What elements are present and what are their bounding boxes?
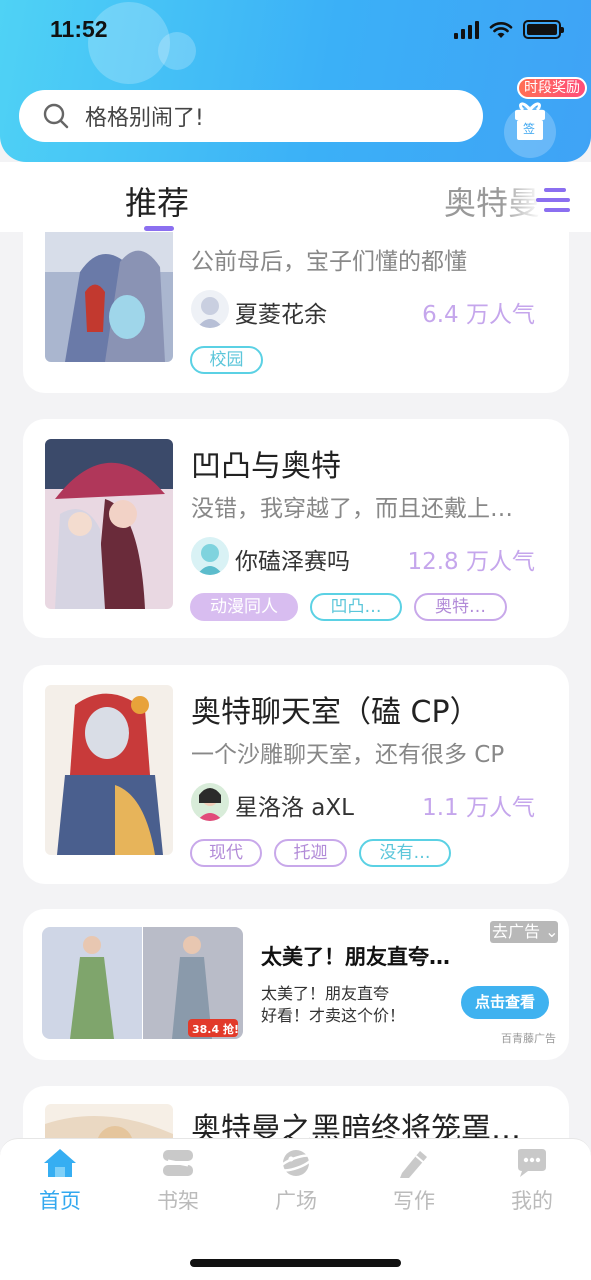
- nav-label: 书架: [157, 1189, 199, 1213]
- cover-image: [45, 439, 173, 609]
- remove-ad-button[interactable]: 去广告 ⌄: [490, 921, 559, 943]
- book-tag[interactable]: 凹凸…: [310, 593, 402, 621]
- nav-label: 广场: [275, 1189, 317, 1213]
- ad-price-tag: 38.4 抢!: [192, 1023, 239, 1036]
- bookshelf-icon: [163, 1150, 193, 1176]
- book-tag[interactable]: 校园: [190, 346, 263, 374]
- status-time: 11:52: [50, 16, 108, 42]
- status-icons: [454, 20, 564, 39]
- nav-label: 首页: [39, 1189, 81, 1213]
- pen-icon: [400, 1151, 427, 1178]
- book-tag[interactable]: 动漫同人: [190, 593, 298, 621]
- nav-plaza[interactable]: 广场: [251, 1147, 341, 1215]
- ad-card[interactable]: 38.4 抢! 太美了！朋友直夸… 太美了！朋友直夸 好看！才卖这个价！ 去广告…: [23, 909, 569, 1060]
- chat-bubble-icon: [518, 1149, 546, 1177]
- ad-source-label: 百青藤广告: [501, 1032, 556, 1045]
- book-tag[interactable]: 现代: [190, 839, 262, 867]
- ad-image: 38.4 抢!: [42, 927, 243, 1039]
- wifi-icon: [489, 21, 513, 38]
- author-name: 夏菱花余: [235, 302, 327, 328]
- author-avatar: [191, 783, 229, 821]
- home-icon: [44, 1149, 76, 1177]
- nav-label: 写作: [393, 1189, 435, 1213]
- author-name: 你磕泽赛吗: [235, 549, 350, 575]
- author-name: 星洛洛 aXL: [235, 795, 354, 821]
- ad-view-button[interactable]: 点击查看: [461, 986, 549, 1019]
- popularity-count: 6.4 万人气: [422, 302, 535, 328]
- ad-desc-line: 好看！才卖这个价！: [261, 1006, 406, 1025]
- category-tabs: 推荐 奥特曼: [0, 162, 591, 232]
- nav-bookshelf[interactable]: 书架: [133, 1147, 223, 1215]
- battery-icon: [523, 20, 564, 39]
- popularity-count: 1.1 万人气: [422, 795, 535, 821]
- nav-write[interactable]: 写作: [369, 1147, 459, 1215]
- signal-icon: [454, 20, 479, 39]
- nav-mine[interactable]: 我的: [487, 1147, 577, 1215]
- cover-image: [45, 685, 173, 855]
- book-desc: 没错，我穿越了，而且还戴上…: [191, 496, 513, 522]
- author-avatar: [191, 290, 229, 328]
- book-cover: [45, 685, 173, 855]
- decor-bubble: [158, 32, 196, 70]
- book-tag[interactable]: 托迦: [274, 839, 347, 867]
- book-cover: [45, 232, 173, 362]
- gift-badge: 时段奖励: [517, 77, 587, 99]
- ad-desc-line: 太美了！朋友直夸: [261, 984, 390, 1003]
- category-menu-icon[interactable]: [536, 188, 572, 212]
- author-avatar: [191, 537, 229, 575]
- book-card[interactable]: 凹凸与奥特 没错，我穿越了，而且还戴上… 你磕泽赛吗 12.8 万人气 动漫同人…: [23, 419, 569, 638]
- nav-label: 我的: [511, 1189, 553, 1213]
- book-title: 奥特聊天室（磕 CP）: [191, 695, 480, 730]
- search-bar[interactable]: 格格别闹了!: [19, 90, 483, 142]
- book-cover: [45, 439, 173, 609]
- tab-recommend[interactable]: 推荐: [125, 178, 189, 224]
- gift-sign-label: 签: [523, 122, 536, 136]
- popularity-count: 12.8 万人气: [407, 549, 535, 575]
- nav-home[interactable]: 首页: [15, 1147, 105, 1215]
- ad-title: 太美了！朋友直夸…: [261, 945, 450, 969]
- decor-bubble: [88, 2, 170, 84]
- book-tag[interactable]: 奥特…: [414, 593, 507, 621]
- book-card[interactable]: 公前母后，宝子们懂的都懂 夏菱花余 6.4 万人气 校园: [23, 232, 569, 393]
- ad-desc: 太美了！朋友直夸 好看！才卖这个价！: [261, 983, 405, 1027]
- book-tag[interactable]: 没有…: [359, 839, 451, 867]
- header: 11:52 格格别闹了! 签: [0, 0, 591, 162]
- book-desc: 公前母后，宝子们懂的都懂: [191, 249, 467, 275]
- search-icon: [43, 103, 69, 129]
- book-title: 凹凸与奥特: [191, 449, 341, 484]
- book-desc: 一个沙雕聊天室，还有很多 CP: [191, 742, 505, 768]
- tab-indicator: [144, 226, 174, 231]
- home-indicator: [190, 1259, 401, 1267]
- cover-image: [45, 232, 173, 362]
- search-placeholder: 格格别闹了!: [85, 106, 204, 131]
- book-card[interactable]: 奥特聊天室（磕 CP） 一个沙雕聊天室，还有很多 CP 星洛洛 aXL 1.1 …: [23, 665, 569, 884]
- planet-icon: [278, 1150, 314, 1176]
